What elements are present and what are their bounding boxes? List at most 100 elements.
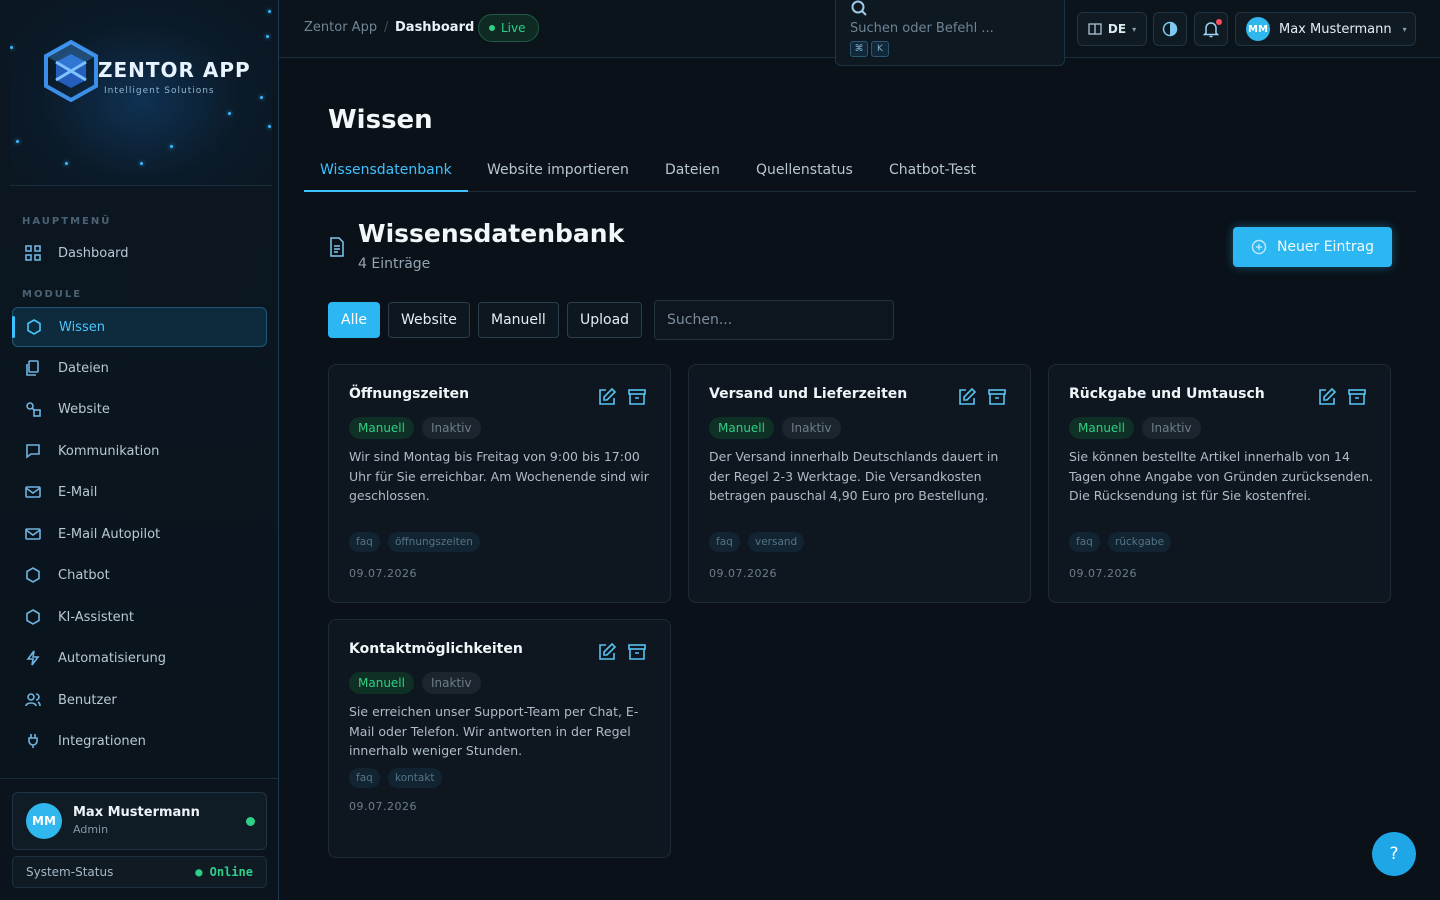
archive-icon[interactable]: [1347, 387, 1367, 407]
brand-logo[interactable]: ZENTOR APP Intelligent Solutions: [10, 0, 272, 186]
page-title: Wissen: [328, 105, 433, 135]
card-title: Versand und Lieferzeiten: [709, 386, 908, 402]
tab-chatbot-test[interactable]: Chatbot-Test: [889, 162, 976, 192]
avatar: MM: [26, 803, 62, 839]
sparkle-dot: [10, 46, 13, 49]
tab-website-importieren[interactable]: Website importieren: [487, 162, 629, 192]
knowledge-card[interactable]: Kontaktmöglichkeiten Manuell Inaktiv Sie…: [328, 619, 671, 858]
theme-toggle[interactable]: [1153, 12, 1187, 46]
brand-subtitle: Intelligent Solutions: [104, 86, 215, 96]
sidebar: ZENTOR APP Intelligent Solutions HAUPTME…: [0, 0, 279, 900]
sidebar-item-email-autopilot[interactable]: E-Mail Autopilot: [12, 514, 267, 554]
kbd-k: K: [871, 41, 889, 57]
tab-quellenstatus[interactable]: Quellenstatus: [756, 162, 853, 192]
tag: faq: [349, 768, 380, 788]
filter-website[interactable]: Website: [388, 302, 470, 338]
sidebar-item-label: Wissen: [59, 319, 105, 335]
sparkle-dot: [228, 112, 231, 115]
knowledge-card[interactable]: Rückgabe und Umtausch Manuell Inaktiv Si…: [1048, 364, 1391, 603]
tab-dateien[interactable]: Dateien: [665, 162, 720, 192]
chevron-down-icon: ▾: [1402, 24, 1407, 34]
sparkle-dot: [268, 125, 271, 128]
status-value-text: Online: [209, 865, 253, 879]
notification-dot: [1216, 19, 1222, 25]
entries-search-input[interactable]: [654, 300, 894, 340]
logo-cube-icon: [44, 40, 98, 102]
filter-upload[interactable]: Upload: [567, 302, 643, 338]
sidebar-item-ki-assistent[interactable]: KI-Assistent: [12, 597, 267, 637]
card-date: 09.07.2026: [349, 567, 417, 580]
mail-icon: [25, 528, 41, 540]
edit-icon[interactable]: [597, 642, 617, 662]
sidebar-item-dashboard[interactable]: Dashboard: [12, 233, 267, 273]
sparkle-dot: [16, 140, 19, 143]
card-date: 09.07.2026: [349, 800, 417, 813]
files-icon: [26, 360, 39, 376]
sidebar-item-label: Dateien: [58, 360, 109, 376]
archive-icon[interactable]: [987, 387, 1007, 407]
sidebar-item-label: Benutzer: [58, 692, 117, 708]
new-entry-label: Neuer Eintrag: [1276, 239, 1375, 255]
archive-icon[interactable]: [627, 387, 647, 407]
system-status: System-Status ● Online: [12, 856, 267, 888]
language-label: DE: [1107, 22, 1127, 36]
document-icon: [330, 237, 344, 257]
sidebar-user-card[interactable]: MM Max Mustermann Admin: [12, 792, 267, 850]
card-date: 09.07.2026: [1069, 567, 1137, 580]
user-menu[interactable]: MM Max Mustermann ▾: [1235, 12, 1416, 46]
system-status-label: System-Status: [26, 865, 114, 879]
sidebar-item-benutzer[interactable]: Benutzer: [12, 680, 267, 720]
breadcrumb-app[interactable]: Zentor App: [304, 20, 377, 35]
entry-count: 4 Einträge: [358, 256, 431, 272]
new-entry-button[interactable]: Neuer Eintrag: [1233, 227, 1392, 267]
tab-wissensdatenbank[interactable]: Wissensdatenbank: [304, 162, 468, 192]
edit-icon[interactable]: [1317, 387, 1337, 407]
tag: versand: [748, 532, 805, 552]
sidebar-item-label: Dashboard: [58, 245, 129, 261]
grid-icon: [25, 245, 41, 261]
command-search[interactable]: Suchen oder Befehl ... ⌘ K: [835, 0, 1065, 66]
help-button[interactable]: ?: [1372, 832, 1416, 876]
filter-alle[interactable]: Alle: [328, 302, 380, 338]
sidebar-item-label: Automatisierung: [58, 650, 166, 666]
archive-icon[interactable]: [627, 642, 647, 662]
mail-icon: [25, 486, 41, 498]
filter-manuell[interactable]: Manuell: [478, 302, 559, 338]
topbar: Zentor App / Dashboard Live Suchen oder …: [279, 0, 1440, 66]
sidebar-item-label: Integrationen: [58, 733, 146, 749]
sidebar-item-email[interactable]: E-Mail: [12, 472, 267, 512]
edit-icon[interactable]: [957, 387, 977, 407]
knowledge-card[interactable]: Öffnungszeiten Manuell Inaktiv Wir sind …: [328, 364, 671, 603]
sidebar-item-label: E-Mail: [58, 484, 98, 500]
tag: faq: [1069, 532, 1100, 552]
system-status-value: ● Online: [195, 865, 253, 879]
language-selector[interactable]: DE ▾: [1077, 12, 1147, 46]
status-badge: Inaktiv: [422, 672, 481, 694]
shortcut-keys: ⌘ K: [850, 41, 892, 57]
tag: kontakt: [388, 768, 442, 788]
tag: faq: [349, 532, 380, 552]
sidebar-item-kommunikation[interactable]: Kommunikation: [12, 431, 267, 471]
sidebar-item-automatisierung[interactable]: Automatisierung: [12, 638, 267, 678]
command-search-placeholder: Suchen oder Befehl ...: [850, 21, 994, 36]
knowledge-card[interactable]: Versand und Lieferzeiten Manuell Inaktiv…: [688, 364, 1031, 603]
sidebar-item-dateien[interactable]: Dateien: [12, 348, 267, 388]
live-dot: [489, 25, 495, 31]
sidebar-user-name: Max Mustermann: [73, 805, 200, 820]
sidebar-item-label: E-Mail Autopilot: [58, 526, 161, 542]
edit-icon[interactable]: [597, 387, 617, 407]
sparkle-dot: [266, 35, 269, 38]
brand-title: ZENTOR APP: [98, 58, 251, 82]
card-title: Kontaktmöglichkeiten: [349, 641, 523, 657]
card-title: Rückgabe und Umtausch: [1069, 386, 1265, 402]
notifications-button[interactable]: [1194, 12, 1228, 46]
card-date: 09.07.2026: [709, 567, 777, 580]
sparkle-dot: [65, 162, 68, 165]
message-icon: [26, 444, 40, 459]
tag: öffnungszeiten: [388, 532, 480, 552]
sidebar-item-website[interactable]: Website: [12, 389, 267, 429]
sidebar-item-wissen[interactable]: Wissen: [12, 307, 267, 347]
sidebar-item-chatbot[interactable]: Chatbot: [12, 555, 267, 595]
online-indicator: [246, 817, 255, 826]
sidebar-item-integrationen[interactable]: Integrationen: [12, 721, 267, 761]
